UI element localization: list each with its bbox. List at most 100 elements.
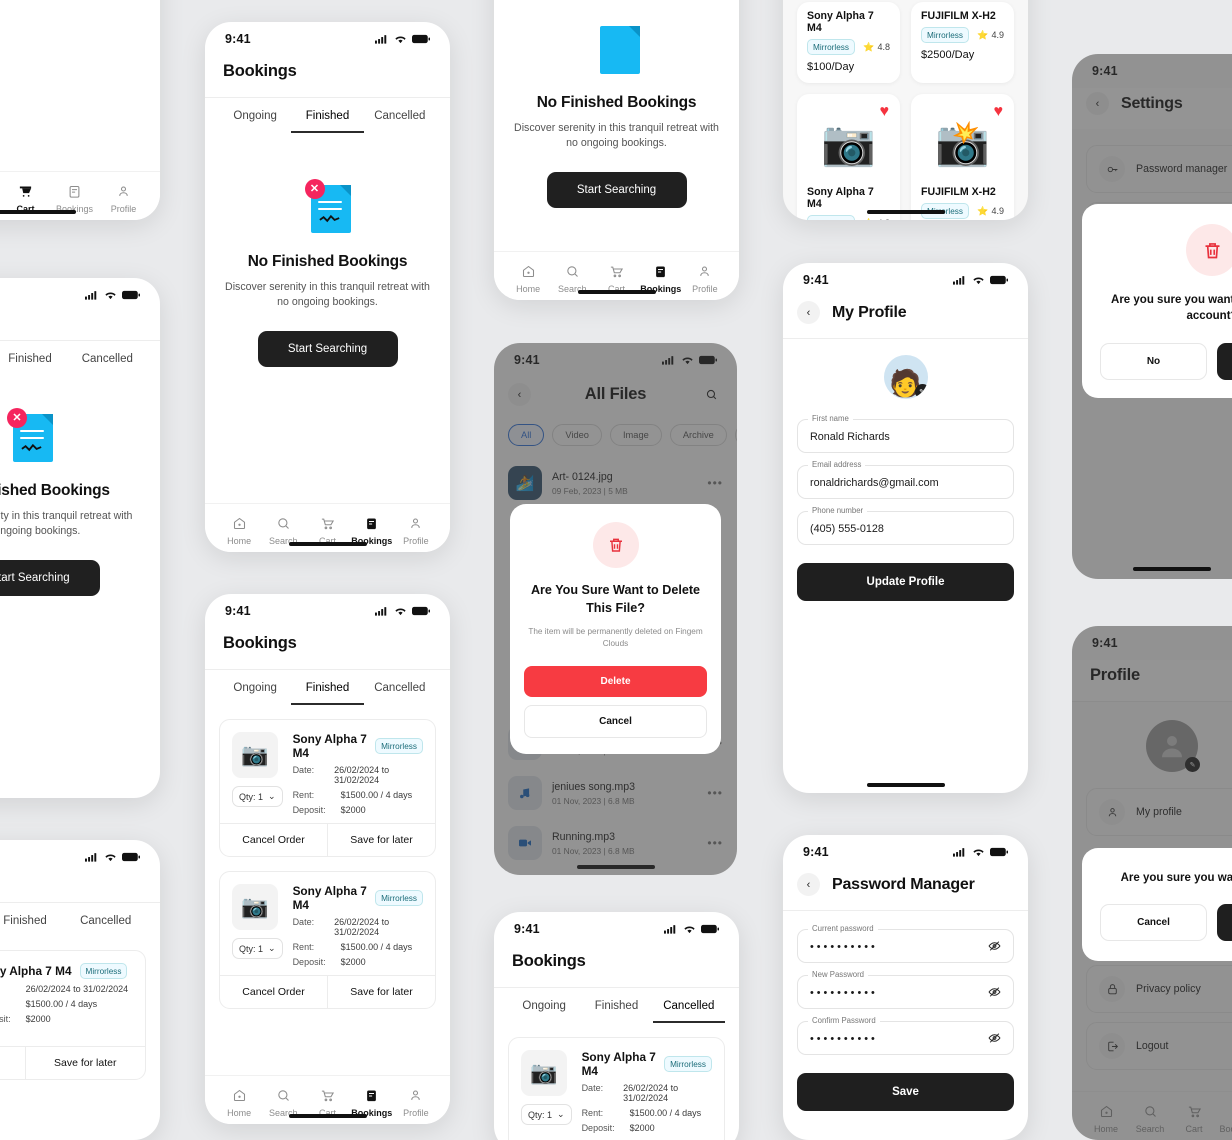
bottom-nav[interactable]: Home Search Cart Bookings Profile	[494, 251, 739, 300]
tab-cancelled[interactable]: Cancelled	[652, 1000, 725, 1023]
field-value: • • • • • • • • • •	[810, 987, 875, 999]
eye-off-icon[interactable]	[988, 986, 1001, 999]
tab-finished[interactable]: Finished	[0, 915, 65, 936]
star-icon: ⭐	[863, 41, 875, 52]
nav-item-home[interactable]: Home	[217, 1088, 261, 1118]
delete-button[interactable]: Delete	[524, 666, 707, 698]
wifi-icon	[105, 854, 116, 862]
save-for-later-button[interactable]: Save for later	[327, 824, 435, 856]
cancel-order-button[interactable]: Cancel Order	[220, 824, 327, 856]
product-name: FUJIFILM X-H2	[921, 10, 996, 22]
email-field[interactable]: Email address ronaldrichards@gmail.com	[797, 460, 1014, 499]
new-password-field[interactable]: New Password • • • • • • • • • •	[797, 970, 1014, 1009]
row-value: $2000	[340, 957, 366, 967]
quantity-stepper[interactable]: Qty: 1 ⌄	[232, 938, 283, 959]
heart-icon[interactable]: ♥	[880, 103, 890, 121]
start-searching-button[interactable]: Start Searching	[257, 330, 398, 367]
back-button[interactable]: ‹	[797, 301, 820, 324]
empty-state: ✕ No Finished Bookings Discover serenity…	[0, 374, 160, 596]
cart-icon	[610, 266, 624, 278]
cancel-order-button[interactable]: Cancel Order	[0, 1047, 25, 1079]
phone-field[interactable]: Phone number (405) 555-0128	[797, 506, 1014, 545]
nav-item-profile[interactable]: Profile	[394, 516, 438, 546]
search-icon	[278, 518, 289, 529]
booking-card-actions[interactable]: Cancel Order Save for later	[220, 975, 435, 1008]
save-button[interactable]: Save	[797, 1073, 1014, 1111]
product-card[interactable]: ♥ 📸 FUJIFILM X-H2 Mirrorless ⭐4.9 $2500/…	[911, 94, 1014, 220]
cancel-button[interactable]: Cancel	[1100, 904, 1207, 942]
nav-item-profile[interactable]: Profile	[99, 184, 148, 214]
empty-title: No Finished Bookings	[536, 94, 697, 111]
nav-item-profile[interactable]: Profile	[683, 264, 727, 294]
tabs[interactable]: Ongoing Finished Cancelled	[205, 670, 450, 705]
row-value: $1500.00 / 4 days	[340, 790, 413, 800]
tab-ongoing[interactable]: Ongoing	[508, 1000, 580, 1023]
product-card[interactable]: ♥ 📷 Sony Alpha 7 M4 Mirrorless ⭐4.8 $100…	[797, 94, 900, 220]
booking-detail-row: Date:26/02/2024 to 31/02/2024	[0, 984, 133, 994]
status-icons	[375, 34, 430, 44]
row-value: $2000	[25, 1014, 51, 1024]
empty-title: No Finished Bookings	[0, 482, 110, 499]
tab-finished[interactable]: Finished	[291, 682, 364, 705]
eye-off-icon[interactable]	[988, 1032, 1001, 1045]
product-card[interactable]: Sony Alpha 7 M4 Mirrorless ⭐ 4.8 $100/Day	[797, 2, 900, 83]
tabs[interactable]: Ongoing Finished Cancelled	[494, 988, 739, 1023]
tab-cancelled[interactable]: Cancelled	[69, 353, 146, 374]
cart-icon	[321, 518, 335, 530]
battery-icon	[990, 847, 1008, 857]
heart-icon[interactable]: ♥	[994, 103, 1004, 121]
tab-cancelled[interactable]: Cancelled	[65, 915, 146, 936]
current-password-field[interactable]: Current password • • • • • • • • • •	[797, 924, 1014, 963]
logout-confirm-button[interactable]: Logout	[1217, 904, 1232, 942]
save-for-later-button[interactable]: Save for later	[24, 1047, 146, 1079]
eye-off-icon[interactable]	[988, 940, 1001, 953]
rating-value: 4.9	[991, 206, 1004, 216]
category-pill: Mirrorless	[921, 27, 969, 43]
tab-ongoing[interactable]: Ongoing	[219, 110, 291, 133]
tabs[interactable]: Ongoing Finished Cancelled	[0, 340, 160, 374]
tab-cancelled[interactable]: Cancelled	[364, 110, 436, 133]
cancel-order-button[interactable]: Cancel Order	[220, 976, 327, 1008]
product-card[interactable]: FUJIFILM X-H2 Mirrorless ⭐ 4.9 $2500/Day	[911, 2, 1014, 83]
nav-item-profile[interactable]: Profile	[394, 1088, 438, 1118]
back-button[interactable]: ‹	[797, 873, 820, 896]
phone-password-manager: 9:41 ‹ Password Manager Current password…	[783, 835, 1028, 1140]
booking-card-actions[interactable]: Cancel Order Save for later	[0, 1046, 145, 1079]
avatar[interactable]: 🧑 ✎	[883, 355, 928, 399]
bottom-nav[interactable]: Home Cart Bookings Profile	[0, 171, 160, 220]
edit-pencil-icon[interactable]: ✎	[914, 384, 928, 399]
confirm-password-field[interactable]: Confirm Password • • • • • • • • • •	[797, 1016, 1014, 1055]
tab-finished[interactable]: Finished	[580, 1000, 652, 1023]
yes-button[interactable]: Yes	[1217, 342, 1232, 380]
save-for-later-button[interactable]: Save for later	[327, 976, 435, 1008]
tab-cancelled[interactable]: Cancelled	[364, 682, 436, 705]
update-profile-button[interactable]: Update Profile	[797, 563, 1014, 601]
cellular-signal-icon	[85, 853, 97, 862]
booking-detail-row: Deposit: $2000	[293, 805, 423, 815]
tab-ongoing[interactable]: Ongoing	[219, 682, 291, 705]
error-badge: ✕	[7, 408, 27, 428]
phone-settings-delete-account: 9:41 ‹ Settings Password manager Terms &…	[1072, 54, 1232, 579]
start-searching-button[interactable]: Start Searching	[546, 171, 687, 208]
nav-label: Home	[227, 536, 252, 546]
quantity-stepper[interactable]: Qty: 1 ⌄	[232, 786, 283, 807]
nav-item-home[interactable]: Home	[217, 516, 261, 546]
quantity-stepper[interactable]: Qty: 1 ⌄	[521, 1104, 572, 1125]
booking-card-actions[interactable]: Cancel Order Save for later	[220, 823, 435, 856]
row-key: Date:	[292, 765, 315, 775]
first-name-field[interactable]: First name Ronald Richards	[797, 414, 1014, 453]
tabs[interactable]: Ongoing Finished Cancelled	[205, 98, 450, 133]
start-searching-button[interactable]: Start Searching	[0, 559, 100, 596]
header: Bookings	[205, 56, 450, 98]
booking-card-body: 📷 Qty: 1 ⌄ Sony Alpha 7 M4 Mirrorless Da…	[0, 951, 145, 1046]
no-button[interactable]: No	[1100, 342, 1207, 380]
tabs[interactable]: Ongoing Finished Cancelled	[0, 903, 160, 936]
home-indicator	[866, 783, 945, 787]
nav-item-home[interactable]: Home	[506, 264, 550, 294]
bottom-nav[interactable]: Home Search Cart Bookings Profile	[205, 503, 450, 552]
tab-finished[interactable]: Finished	[291, 110, 364, 133]
chevron-down-icon: ⌄	[268, 791, 276, 801]
tab-finished[interactable]: Finished	[0, 353, 69, 374]
cancel-button[interactable]: Cancel	[524, 705, 707, 739]
bottom-nav[interactable]: Home Search Cart Bookings Profile	[205, 1075, 450, 1124]
